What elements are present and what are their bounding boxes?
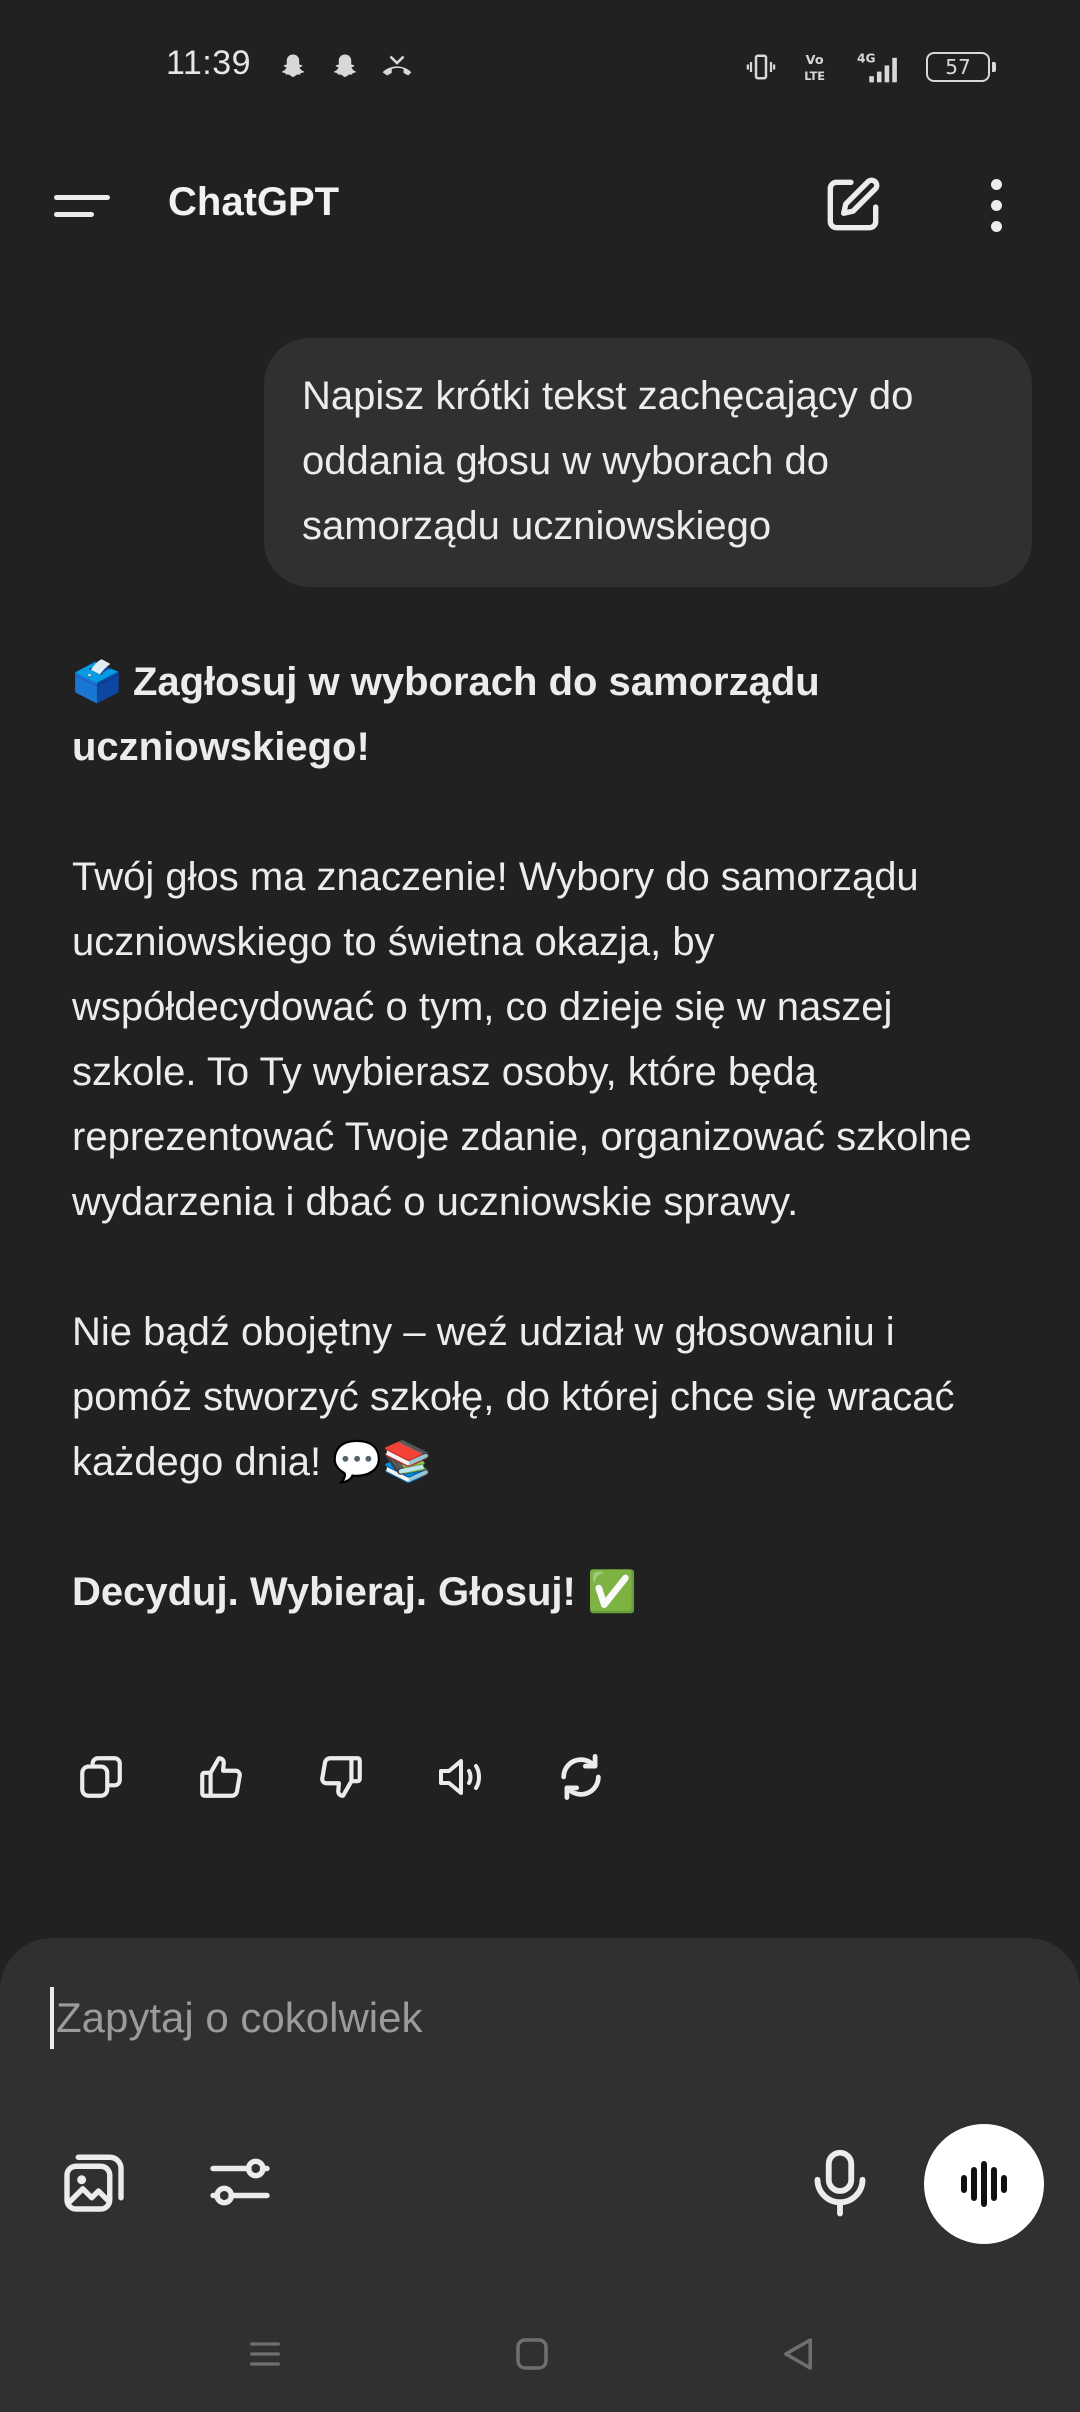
more-options-icon[interactable] [972,172,1020,238]
image-icon [64,2154,124,2212]
status-bar: 11:39 Vo LTE 4G 57 [0,0,1080,140]
copy-icon [80,1756,122,1798]
battery-level: 57 [945,55,971,79]
vibrate-icon [744,50,778,84]
user-message-bubble: Napisz krótki tekst zachęcający do oddan… [264,338,1032,587]
system-navigation-bar [0,2300,1080,2412]
refresh-icon [561,1754,601,1800]
edit-icon [827,177,880,231]
menu-icon[interactable] [54,180,114,232]
ballot-box-emoji: 🗳️ [72,660,122,704]
missed-call-icon [380,50,414,84]
microphone-button[interactable] [806,2146,874,2218]
recent-apps-button[interactable] [235,2324,295,2384]
snapchat-icon [276,50,310,84]
assistant-paragraph-1: Twój głos ma znaczenie! Wybory do samorz… [72,855,972,1224]
thumbs-down-icon [320,1756,362,1798]
text-cursor [50,1987,54,2049]
square-icon [516,2338,548,2370]
message-input-placeholder: Zapytaj o cokolwiek [56,1994,423,2041]
svg-text:Vo: Vo [806,53,824,68]
svg-text:LTE: LTE [804,69,825,83]
voice-mode-button[interactable] [924,2124,1044,2244]
status-time: 11:39 [166,44,252,82]
snapchat-icon [328,50,362,84]
voice-waveform-icon [961,2161,1007,2207]
battery-icon: 57 [926,52,996,82]
home-button[interactable] [502,2324,562,2384]
top-app-bar: ChatGPT [0,160,1080,252]
new-chat-button[interactable] [820,172,886,238]
check-mark-emoji: ✅ [586,1570,637,1614]
assistant-message: 🗳️ Zagłosuj w wyborach do samorządu uczn… [72,650,1022,1625]
copy-button[interactable] [74,1750,128,1804]
assistant-closing-text: Decyduj. Wybieraj. Głosuj! [72,1570,576,1614]
back-triangle-icon [784,2338,812,2370]
assistant-heading: 🗳️ Zagłosuj w wyborach do samorządu uczn… [72,650,1022,780]
chat-screen: 11:39 Vo LTE 4G 57 ChatGPT Napisz krótki… [0,0,1080,2412]
signal-4g-icon: 4G [856,50,904,84]
back-button[interactable] [768,2324,828,2384]
notification-icons [276,50,414,84]
speaker-icon [439,1759,481,1795]
thumbs-down-button[interactable] [314,1750,368,1804]
microphone-icon [814,2149,866,2217]
assistant-heading-text: Zagłosuj w wyborach do samorządu uczniow… [72,660,820,769]
tools-button[interactable] [204,2146,276,2218]
regenerate-button[interactable] [554,1750,608,1804]
menu-lines-icon [250,2342,280,2366]
system-icons: Vo LTE 4G 57 [744,50,996,84]
message-actions [74,1750,608,1804]
message-input[interactable]: Zapytaj o cokolwiek [50,1978,1010,2058]
app-title: ChatGPT [168,180,340,224]
svg-text:4G: 4G [857,51,876,65]
attach-image-button[interactable] [58,2146,130,2218]
volte-icon: Vo LTE [800,50,834,84]
thumbs-up-icon [200,1756,242,1798]
read-aloud-button[interactable] [434,1750,488,1804]
sliders-icon [210,2158,270,2206]
thumbs-up-button[interactable] [194,1750,248,1804]
assistant-closing: Decyduj. Wybieraj. Głosuj! ✅ [72,1560,1022,1625]
assistant-paragraph-2: Nie bądź obojętny – weź udział w głosowa… [72,1310,955,1484]
